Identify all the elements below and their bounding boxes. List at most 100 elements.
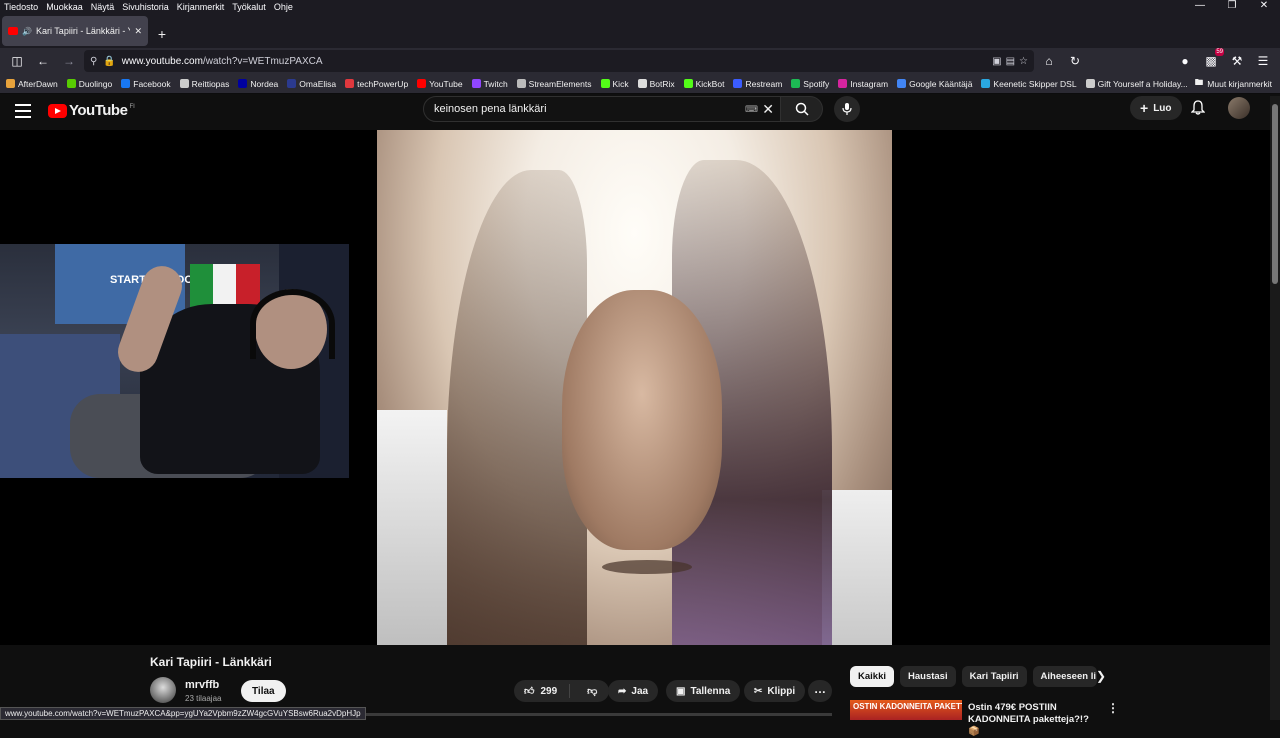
bookmark-favicon-icon: [733, 79, 743, 88]
bookmark-item[interactable]: Reittiopas: [179, 79, 229, 89]
bookmark-item[interactable]: Gift Yourself a Holiday...: [1085, 78, 1188, 89]
bookmark-item[interactable]: Spotify: [791, 79, 829, 89]
bookmark-label: Kick: [612, 78, 629, 89]
navigation-toolbar: ◫ ← → ⚲ 🔒 www.youtube.com/watch?v=WETmuz…: [0, 48, 1280, 74]
sidebar-toggle-icon[interactable]: ◫: [6, 50, 28, 72]
bookmark-label: Gift Yourself a Holiday...: [1097, 78, 1188, 89]
url-bar[interactable]: ⚲ 🔒 www.youtube.com/watch?v=WETmuzPAXCA …: [84, 50, 1034, 72]
account-avatar[interactable]: [1228, 97, 1250, 119]
menu-tools[interactable]: Työkalut: [232, 2, 266, 12]
channel-avatar[interactable]: [150, 677, 176, 703]
star-icon[interactable]: ☆: [1019, 56, 1028, 67]
status-bar-url: www.youtube.com/watch?v=WETmuzPAXCA&pp=y…: [0, 707, 366, 720]
home-icon[interactable]: ⌂: [1038, 50, 1060, 72]
bookmark-item[interactable]: Facebook: [121, 78, 171, 89]
youtube-logo[interactable]: YouTube FI: [48, 102, 135, 119]
bookmark-item[interactable]: OmaElisa: [287, 79, 336, 89]
image-icon[interactable]: ▣: [992, 56, 1001, 67]
ublock-badge[interactable]: ▩ 59: [1200, 48, 1224, 72]
bookmark-item[interactable]: Nordea: [238, 79, 278, 89]
chip-related[interactable]: Aiheeseen li: [1032, 666, 1097, 687]
close-window-icon[interactable]: ✕: [1248, 0, 1280, 11]
video-frame[interactable]: [377, 130, 892, 645]
shield-icon[interactable]: ⚲: [90, 56, 97, 67]
guide-menu-icon[interactable]: [15, 104, 31, 122]
like-button[interactable]: 👍︎ 299: [514, 684, 571, 698]
chip-from-search[interactable]: Haustasi: [900, 666, 956, 687]
recommendation-title[interactable]: Ostin 479€ POSTIIN KADONNEITA paketteja?…: [968, 702, 1098, 738]
bookmark-favicon-icon: [600, 79, 610, 88]
reader-view-icon[interactable]: ▤: [1006, 56, 1015, 67]
bookmark-item[interactable]: YouTube: [417, 78, 463, 89]
bookmark-item[interactable]: Keenetic Skipper DSL: [981, 79, 1077, 89]
bookmark-item[interactable]: StreamElements: [516, 79, 592, 89]
browser-tab-active[interactable]: 🔊 Kari Tapiiri - Länkkäri - YouTube ✕: [2, 16, 148, 46]
clip-button[interactable]: ✂ Klippi: [744, 680, 806, 702]
bookmark-item[interactable]: Kick: [600, 78, 629, 89]
forward-button[interactable]: →: [58, 50, 80, 72]
reload-icon[interactable]: ↻: [1064, 50, 1086, 72]
create-button[interactable]: + Luo: [1130, 96, 1182, 120]
bookmark-item[interactable]: Duolingo: [66, 78, 113, 89]
menu-edit[interactable]: Muokkaa: [46, 2, 83, 12]
bookmark-item[interactable]: AfterDawn: [6, 79, 58, 89]
menu-view[interactable]: Näytä: [91, 2, 115, 12]
recommendation-menu-icon[interactable]: ⋮: [1107, 701, 1119, 715]
youtube-header: YouTube FI keinosen pena länkkäri ⌨ ✕ + …: [0, 94, 1280, 130]
bookmark-label: Facebook: [133, 78, 171, 89]
other-bookmarks-folder[interactable]: 🖿 Muut kirjanmerkit: [1194, 74, 1272, 93]
audio-icon[interactable]: 🔊: [22, 27, 32, 36]
bookmark-favicon-icon: [516, 79, 526, 88]
headphones-icon: [250, 289, 335, 359]
recommendation-thumbnail[interactable]: OSTIN KADONNEITA PAKETTEJA: [850, 700, 962, 720]
chip-channel[interactable]: Kari Tapiiri: [961, 666, 1027, 687]
share-label: Jaa: [631, 685, 649, 697]
subscriber-count: 23 tilaajaa: [185, 694, 222, 703]
back-button[interactable]: ←: [32, 50, 54, 72]
bookmarks-toolbar: AfterDawn Duolingo Facebook Reittiopas Norde…: [0, 74, 1280, 94]
scrollbar-thumb[interactable]: [1272, 104, 1278, 284]
lock-icon[interactable]: 🔒: [103, 56, 115, 67]
extension-icon[interactable]: ●: [1174, 50, 1196, 72]
channel-name[interactable]: mrvffb: [185, 679, 219, 691]
app-menu-icon[interactable]: ☰: [1252, 50, 1274, 72]
chip-all[interactable]: Kaikki: [850, 666, 894, 687]
bookmark-favicon-icon: [179, 79, 189, 88]
extensions-icon[interactable]: ⚒: [1226, 50, 1248, 72]
minimize-icon[interactable]: —: [1184, 0, 1216, 11]
bookmark-favicon-icon: [791, 79, 801, 88]
search-button[interactable]: [781, 96, 823, 122]
menu-file[interactable]: Tiedosto: [4, 2, 38, 12]
more-actions-icon[interactable]: …: [808, 680, 832, 702]
menu-bookmarks[interactable]: Kirjanmerkit: [177, 2, 225, 12]
menu-help[interactable]: Ohje: [274, 2, 293, 12]
bookmark-item[interactable]: Instagram: [838, 79, 888, 89]
new-tab-button[interactable]: +: [148, 20, 176, 48]
subscribe-button[interactable]: Tilaa: [241, 680, 286, 702]
bookmark-item[interactable]: techPowerUp: [345, 79, 408, 89]
save-button[interactable]: ▣ Tallenna: [666, 680, 741, 702]
bookmark-label: YouTube: [429, 78, 463, 89]
bookmark-item[interactable]: KickBot: [683, 79, 724, 89]
menu-history[interactable]: Sivuhistoria: [122, 2, 169, 12]
bookmark-item[interactable]: Google Kääntäjä: [897, 79, 972, 89]
clear-search-icon[interactable]: ✕: [762, 101, 774, 118]
bookmark-item[interactable]: Restream: [733, 79, 782, 89]
search-input[interactable]: keinosen pena länkkäri ⌨ ✕: [423, 96, 781, 122]
keyboard-icon[interactable]: ⌨: [745, 104, 758, 115]
page-scrollbar[interactable]: [1270, 96, 1280, 720]
bookmark-label: Nordea: [250, 78, 279, 89]
bookmark-favicon-icon: [6, 79, 15, 88]
bookmark-item[interactable]: BotRix: [637, 79, 675, 89]
bookmark-item[interactable]: Twitch: [471, 79, 508, 89]
share-button[interactable]: ➦ Jaa: [608, 680, 659, 702]
bookmark-label: Duolingo: [78, 78, 113, 89]
close-tab-icon[interactable]: ✕: [134, 26, 142, 37]
like-count: 299: [540, 685, 558, 697]
restore-icon[interactable]: ❐: [1216, 0, 1248, 11]
chevron-right-icon[interactable]: ❯: [1096, 669, 1106, 683]
dislike-button[interactable]: 👎︎: [575, 685, 609, 697]
notifications-bell-icon[interactable]: [1190, 100, 1206, 121]
voice-search-button[interactable]: [834, 96, 860, 122]
video-player[interactable]: STARTING SOON: [0, 130, 1270, 645]
